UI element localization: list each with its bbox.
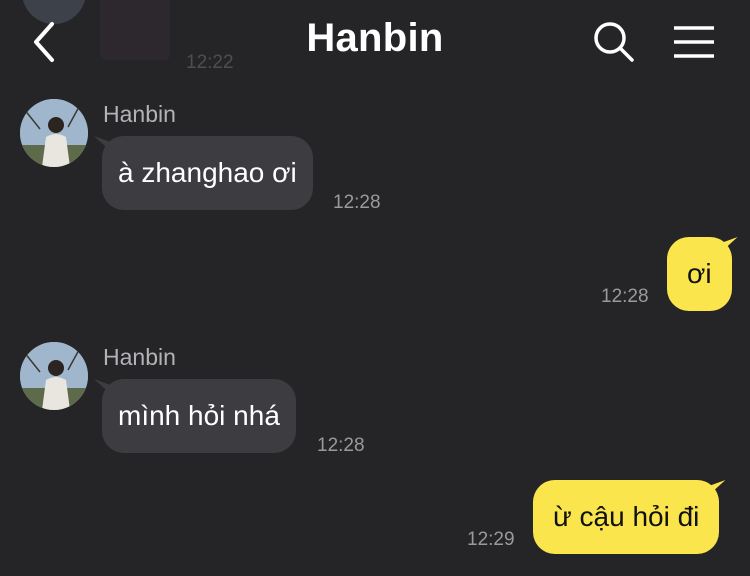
search-button[interactable]	[592, 20, 636, 64]
message-time: 12:29	[467, 529, 515, 550]
profile-photo	[20, 99, 88, 167]
menu-icon	[674, 26, 714, 58]
incoming-message-bubble[interactable]: à zhanghao ơi	[102, 136, 313, 210]
message-time: 12:28	[333, 192, 381, 213]
avatar[interactable]	[20, 342, 88, 410]
chat-header: Hanbin	[0, 0, 750, 84]
message-time: 12:28	[601, 286, 649, 307]
avatar[interactable]	[20, 99, 88, 167]
incoming-message-bubble[interactable]: mình hỏi nhá	[102, 379, 296, 453]
sender-name: Hanbin	[103, 344, 176, 370]
message-time: 12:28	[317, 435, 365, 456]
chat-title: Hanbin	[306, 16, 444, 60]
outgoing-message-bubble[interactable]: ừ cậu hỏi đi	[533, 480, 720, 554]
outgoing-message-bubble[interactable]: ơi	[667, 237, 732, 311]
profile-photo	[20, 342, 88, 410]
sender-name: Hanbin	[103, 101, 176, 127]
search-icon	[594, 22, 634, 62]
chat-screen: 12:22 Hanbin Hanbin à zhanghao ơi 12:28 …	[0, 0, 750, 576]
menu-button[interactable]	[672, 24, 716, 60]
